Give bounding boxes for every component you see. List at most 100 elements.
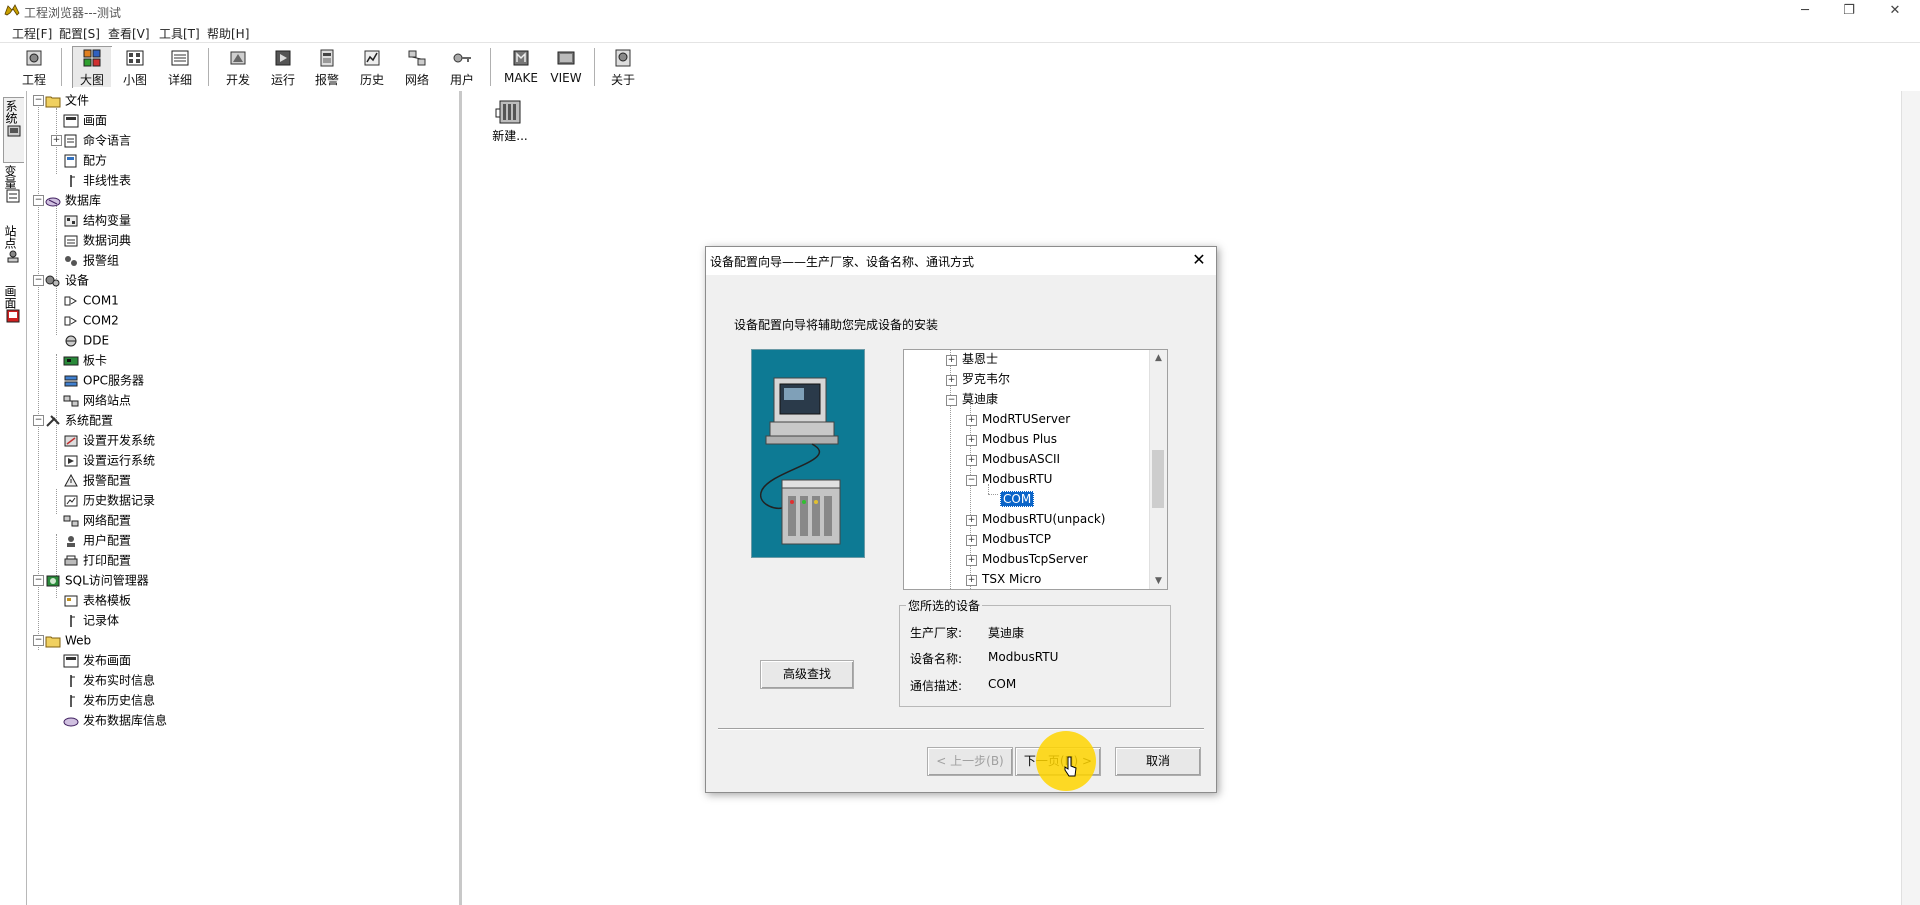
tree-item-publish-database[interactable]: 发布数据库信息 (63, 711, 167, 729)
tree-item-struct-variables[interactable]: 结构变量 (63, 211, 131, 229)
toolbar-view-button[interactable]: VIEW (545, 46, 587, 88)
tree-item-user-config[interactable]: 用户配置 (63, 531, 131, 549)
toolbar-about-button[interactable]: 关于 (603, 46, 643, 88)
vtab-system[interactable]: 系统 (3, 97, 24, 163)
toolbar-small-icons-button[interactable]: 小图 (115, 46, 155, 88)
device-tree-item[interactable]: ModbusRTU(unpack) (982, 510, 1105, 528)
expander-sql-manager[interactable]: − (33, 575, 44, 586)
expander-keyence[interactable]: + (946, 355, 957, 366)
tree-item-board[interactable]: 板卡 (63, 351, 107, 369)
menu-tools[interactable]: 工具[T] (159, 25, 200, 42)
scroll-down-arrow-icon[interactable]: ▼ (1150, 573, 1167, 589)
device-tree-item[interactable]: ModRTUServer (982, 410, 1070, 428)
tree-item-network-config[interactable]: 网络配置 (63, 511, 131, 529)
toolbar-run-button[interactable]: 运行 (263, 46, 303, 88)
tree-item-network-station[interactable]: 网络站点 (63, 391, 131, 409)
expander-modrtuserver[interactable]: + (966, 415, 977, 426)
expander-database[interactable]: − (33, 195, 44, 206)
toolbar-details-button[interactable]: 详细 (160, 46, 200, 88)
toolbar-alarm-button[interactable]: 报警 (307, 46, 347, 88)
content-scrollbar[interactable] (1901, 91, 1920, 905)
expander-command-language[interactable]: + (51, 135, 62, 146)
device-tree-item-selected[interactable]: COM (1000, 490, 1035, 508)
toolbar-project-button[interactable]: 工程 (14, 46, 54, 88)
database-icon (45, 197, 61, 206)
tree-item-run-system-settings[interactable]: 设置运行系统 (63, 451, 155, 469)
dialog-intro-text: 设备配置向导将辅助您完成设备的安装 (734, 318, 939, 332)
expander-rockwell[interactable]: + (946, 375, 957, 386)
vtab-variables[interactable]: 变量 (3, 163, 23, 221)
expander-modbustcp[interactable]: + (966, 535, 977, 546)
device-tree-item[interactable]: 罗克韦尔 (962, 370, 1010, 388)
device-tree-scrollbar[interactable]: ▲ ▼ (1149, 350, 1167, 589)
cancel-button[interactable]: 取消 (1115, 747, 1201, 776)
device-tree-item[interactable]: ModbusASCII (982, 450, 1060, 468)
expander-modbusrtu[interactable]: − (966, 475, 977, 486)
advanced-search-button[interactable]: 高级查找 (760, 660, 854, 689)
tree-group-database[interactable]: 数据库 (45, 191, 101, 209)
toolbar-user-button[interactable]: 用户 (442, 46, 482, 88)
expander-modicon[interactable]: − (946, 395, 957, 406)
tree-item-com2[interactable]: COM2 (63, 311, 119, 329)
tree-item-dev-system-settings[interactable]: 设置开发系统 (63, 431, 155, 449)
device-tree-item[interactable]: ModbusRTU (982, 470, 1052, 488)
toolbar-develop-button[interactable]: 开发 (218, 46, 258, 88)
tree-item-print-config[interactable]: 打印配置 (63, 551, 131, 569)
tree-item-data-dictionary[interactable]: 数据词典 (63, 231, 131, 249)
device-tree-item[interactable]: 莫迪康 (962, 390, 998, 408)
tree-item-record-body[interactable]: 记录体 (63, 611, 119, 629)
menu-help[interactable]: 帮助[H] (207, 25, 249, 42)
expander-modbusascii[interactable]: + (966, 455, 977, 466)
expander-tsx-micro[interactable]: + (966, 575, 977, 586)
tree-item-opc-server[interactable]: OPC服务器 (63, 371, 144, 389)
tree-item-screen[interactable]: 画面 (63, 111, 107, 129)
device-tree-item[interactable]: ModbusTCP (982, 530, 1051, 548)
expander-file[interactable]: − (33, 95, 44, 106)
tree-item-alarm-group[interactable]: 报警组 (63, 251, 119, 269)
tree-item-nonlinear-table[interactable]: 非线性表 (63, 171, 131, 189)
tree-group-file[interactable]: 文件 (45, 91, 89, 109)
tree-group-devices[interactable]: 设备 (45, 271, 89, 289)
toolbar-history-button[interactable]: 历史 (352, 46, 392, 88)
expander-web[interactable]: − (33, 635, 44, 646)
toolbar-network-button[interactable]: 网络 (397, 46, 437, 88)
vtab-stations[interactable]: 站点 (3, 223, 23, 281)
tree-item-publish-screen[interactable]: 发布画面 (63, 651, 131, 669)
scrollbar-thumb[interactable] (1152, 450, 1164, 508)
toolbar-large-icons-button[interactable]: 大图 (72, 46, 112, 88)
tree-item-com1[interactable]: COM1 (63, 291, 119, 309)
device-tree-item[interactable]: Modbus Plus (982, 430, 1057, 448)
device-tree-item[interactable]: ModbusTcpServer (982, 550, 1088, 568)
scroll-up-arrow-icon[interactable]: ▲ (1150, 350, 1167, 366)
close-window-button[interactable]: ✕ (1872, 0, 1918, 22)
expander-modbustcpserver[interactable]: + (966, 555, 977, 566)
prev-button[interactable]: < 上一步(B) (927, 747, 1013, 776)
tree-group-web[interactable]: Web (45, 631, 91, 649)
device-tree[interactable]: + 基恩士 + 罗克韦尔 − 莫迪康 + ModRTUServer + Modb… (903, 349, 1168, 590)
vtab-screens[interactable]: 画面 (3, 283, 23, 341)
tree-item-publish-realtime[interactable]: 发布实时信息 (63, 671, 155, 689)
tree-item-recipe[interactable]: 配方 (63, 151, 107, 169)
tree-item-alarm-config[interactable]: 报警配置 (63, 471, 131, 489)
expander-modbusrtu-unpack[interactable]: + (966, 515, 977, 526)
dialog-close-button[interactable]: ✕ (1188, 249, 1210, 271)
menu-view[interactable]: 查看[V] (108, 25, 150, 42)
maximize-button[interactable]: ❐ (1826, 0, 1872, 22)
new-device-item[interactable]: 新建... (482, 95, 538, 144)
expander-system-config[interactable]: − (33, 415, 44, 426)
expander-devices[interactable]: − (33, 275, 44, 286)
menu-config[interactable]: 配置[S] (59, 25, 100, 42)
device-tree-item[interactable]: 基恩士 (962, 350, 998, 368)
tree-item-dde[interactable]: DDE (63, 331, 109, 349)
tree-item-history-record[interactable]: 历史数据记录 (63, 491, 155, 509)
toolbar-make-button[interactable]: MAKE (500, 46, 542, 88)
tree-group-sql-manager[interactable]: SQL访问管理器 (45, 571, 149, 589)
menu-project[interactable]: 工程[F] (12, 25, 52, 42)
expander-modbus-plus[interactable]: + (966, 435, 977, 446)
tree-group-system-config[interactable]: 系统配置 (45, 411, 113, 429)
tree-item-command-language[interactable]: 命令语言 (63, 131, 131, 149)
device-tree-item[interactable]: TSX Micro (982, 570, 1041, 588)
tree-item-publish-history[interactable]: 发布历史信息 (63, 691, 155, 709)
tree-item-table-template[interactable]: 表格模板 (63, 591, 131, 609)
minimize-button[interactable]: ─ (1782, 0, 1828, 22)
